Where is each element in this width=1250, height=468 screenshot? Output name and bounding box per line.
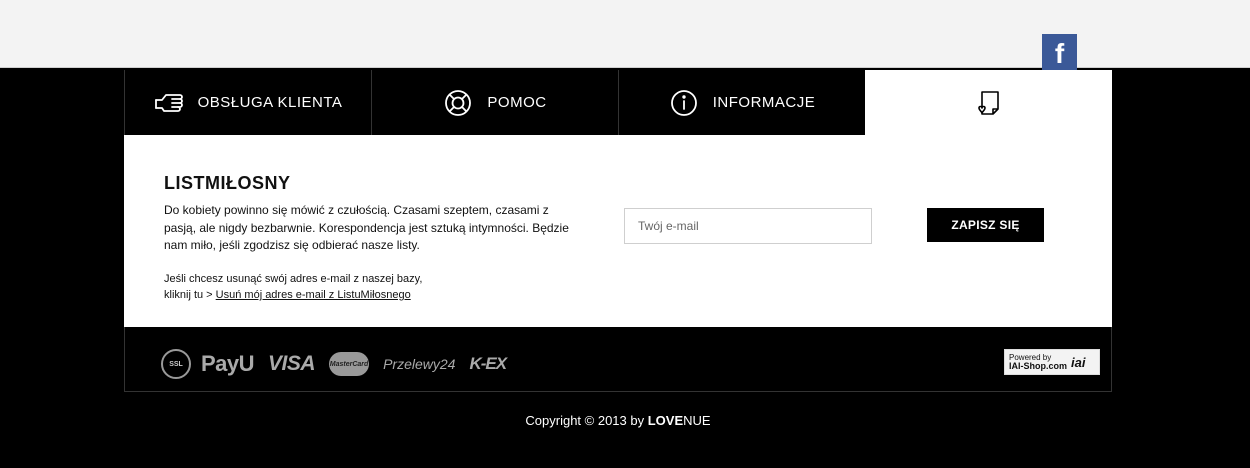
- unsubscribe-text: Jeśli chcesz usunąć swój adres e-mail z …: [164, 273, 423, 285]
- tab-customer-service-label: OBSŁUGA KLIENTA: [197, 94, 343, 111]
- unsubscribe-link[interactable]: Usuń mój adres e-mail z ListuMiłosnego: [216, 289, 411, 301]
- visa-logo: VISA: [268, 352, 316, 375]
- copyright: Copyright © 2013 by LOVENUE: [0, 413, 1236, 428]
- tab-customer-service[interactable]: OBSŁUGA KLIENTA: [124, 70, 371, 135]
- powered-by-iai-badge[interactable]: Powered by IAI-Shop.com iai: [1004, 349, 1100, 375]
- unsubscribe-prompt: kliknij tu >: [164, 289, 213, 301]
- tab-information-label: INFORMACJE: [712, 94, 816, 111]
- newsletter-description: Do kobiety powinno się mówić z czułością…: [164, 203, 569, 252]
- ssl-logo: SSL: [161, 349, 191, 379]
- iai-logo-icon: iai: [1071, 354, 1086, 370]
- payment-logos: SSL PayU VISA MasterCard Przelewy24 K-EX: [161, 349, 520, 379]
- footer-tabs: OBSŁUGA KLIENTA POMOC INFORMACJE: [124, 70, 1112, 135]
- letter-heart-icon: [974, 88, 1004, 118]
- tab-information[interactable]: INFORMACJE: [618, 70, 865, 135]
- payu-logo: PayU: [201, 351, 255, 376]
- tab-newsletter[interactable]: [865, 70, 1112, 135]
- payment-logos-bar: SSL PayU VISA MasterCard Przelewy24 K-EX…: [124, 327, 1112, 392]
- unsubscribe-line: kliknij tu > Usuń mój adres e-mail z Lis…: [164, 287, 584, 303]
- email-input[interactable]: [624, 208, 872, 244]
- lifebuoy-icon: [443, 88, 473, 118]
- brand-bold: LOVE: [647, 413, 684, 428]
- newsletter-title: LISTMIŁOSNY: [164, 173, 291, 193]
- info-icon: [669, 88, 699, 118]
- tab-help-label: POMOC: [487, 94, 547, 111]
- copyright-text: Copyright © 2013 by: [525, 413, 648, 428]
- iai-shop-label: IAI-Shop.com: [1009, 361, 1067, 371]
- subscribe-button[interactable]: ZAPISZ SIĘ: [927, 208, 1044, 242]
- facebook-icon[interactable]: f: [1042, 34, 1077, 70]
- unsubscribe-info: Jeśli chcesz usunąć swój adres e-mail z …: [164, 271, 584, 303]
- newsletter-panel: LISTMIŁOSNY Do kobiety powinno się mówić…: [124, 135, 1112, 327]
- mastercard-logo: MasterCard: [329, 352, 370, 376]
- kex-logo: K-EX: [469, 354, 507, 373]
- footer-container: OBSŁUGA KLIENTA POMOC INFORMACJE LISTMIŁ…: [124, 70, 1112, 392]
- przelewy24-logo: Przelewy24: [383, 356, 456, 372]
- tab-help[interactable]: POMOC: [371, 70, 618, 135]
- customer-service-hand-icon: [154, 88, 184, 118]
- powered-by-text: Powered by IAI-Shop.com: [1009, 353, 1067, 371]
- brand-rest: NUE: [683, 413, 711, 428]
